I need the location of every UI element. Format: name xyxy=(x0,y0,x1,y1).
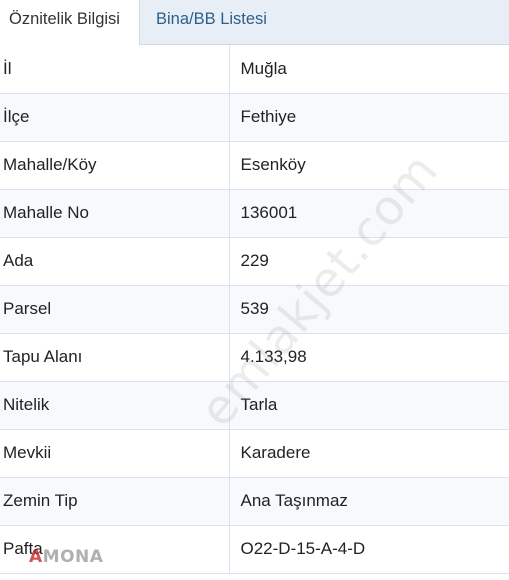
row-value: 539 xyxy=(229,285,509,334)
table-row: Parsel 539 xyxy=(0,285,509,334)
row-value: 4.133,98 xyxy=(229,333,509,382)
table-row: Nitelik Tarla xyxy=(0,381,509,430)
row-value: Muğla xyxy=(229,45,509,94)
row-value: 229 xyxy=(229,237,509,286)
table-row: Ada 229 xyxy=(0,237,509,286)
tab-bar: Öznitelik Bilgisi Bina/BB Listesi xyxy=(0,0,509,46)
attribute-panel: Öznitelik Bilgisi Bina/BB Listesi İl Muğ… xyxy=(0,0,509,580)
table-row: Mevkii Karadere xyxy=(0,429,509,478)
row-label: Ada xyxy=(0,237,230,286)
table-row: Mahalle No 136001 xyxy=(0,189,509,238)
row-value: 136001 xyxy=(229,189,509,238)
tab-building-list[interactable]: Bina/BB Listesi xyxy=(147,0,307,45)
table-row: Zemin Tip Ana Taşınmaz xyxy=(0,477,509,526)
row-label: Nitelik xyxy=(0,381,230,430)
table-row: İlçe Fethiye xyxy=(0,93,509,142)
attribute-table: İl Muğla İlçe Fethiye Mahalle/Köy Esenkö… xyxy=(0,45,509,574)
row-label: Tapu Alanı xyxy=(0,333,230,382)
row-label: Mevkii xyxy=(0,429,230,478)
row-value: Karadere xyxy=(229,429,509,478)
table-row: Mahalle/Köy Esenköy xyxy=(0,141,509,190)
row-value: Tarla xyxy=(229,381,509,430)
row-label: İlçe xyxy=(0,93,230,142)
row-value: Fethiye xyxy=(229,93,509,142)
row-label: Mahalle/Köy xyxy=(0,141,230,190)
row-label: Mahalle No xyxy=(0,189,230,238)
row-label: Zemin Tip xyxy=(0,477,230,526)
table-row: Tapu Alanı 4.133,98 xyxy=(0,333,509,382)
row-value: O22-D-15-A-4-D xyxy=(229,525,509,574)
row-label: Parsel xyxy=(0,285,230,334)
table-row: Pafta O22-D-15-A-4-D xyxy=(0,525,509,574)
row-value: Ana Taşınmaz xyxy=(229,477,509,526)
tab-attribute-info[interactable]: Öznitelik Bilgisi xyxy=(0,0,140,46)
table-row: İl Muğla xyxy=(0,45,509,94)
row-value: Esenköy xyxy=(229,141,509,190)
row-label: İl xyxy=(0,45,230,94)
row-label: Pafta xyxy=(0,525,230,574)
